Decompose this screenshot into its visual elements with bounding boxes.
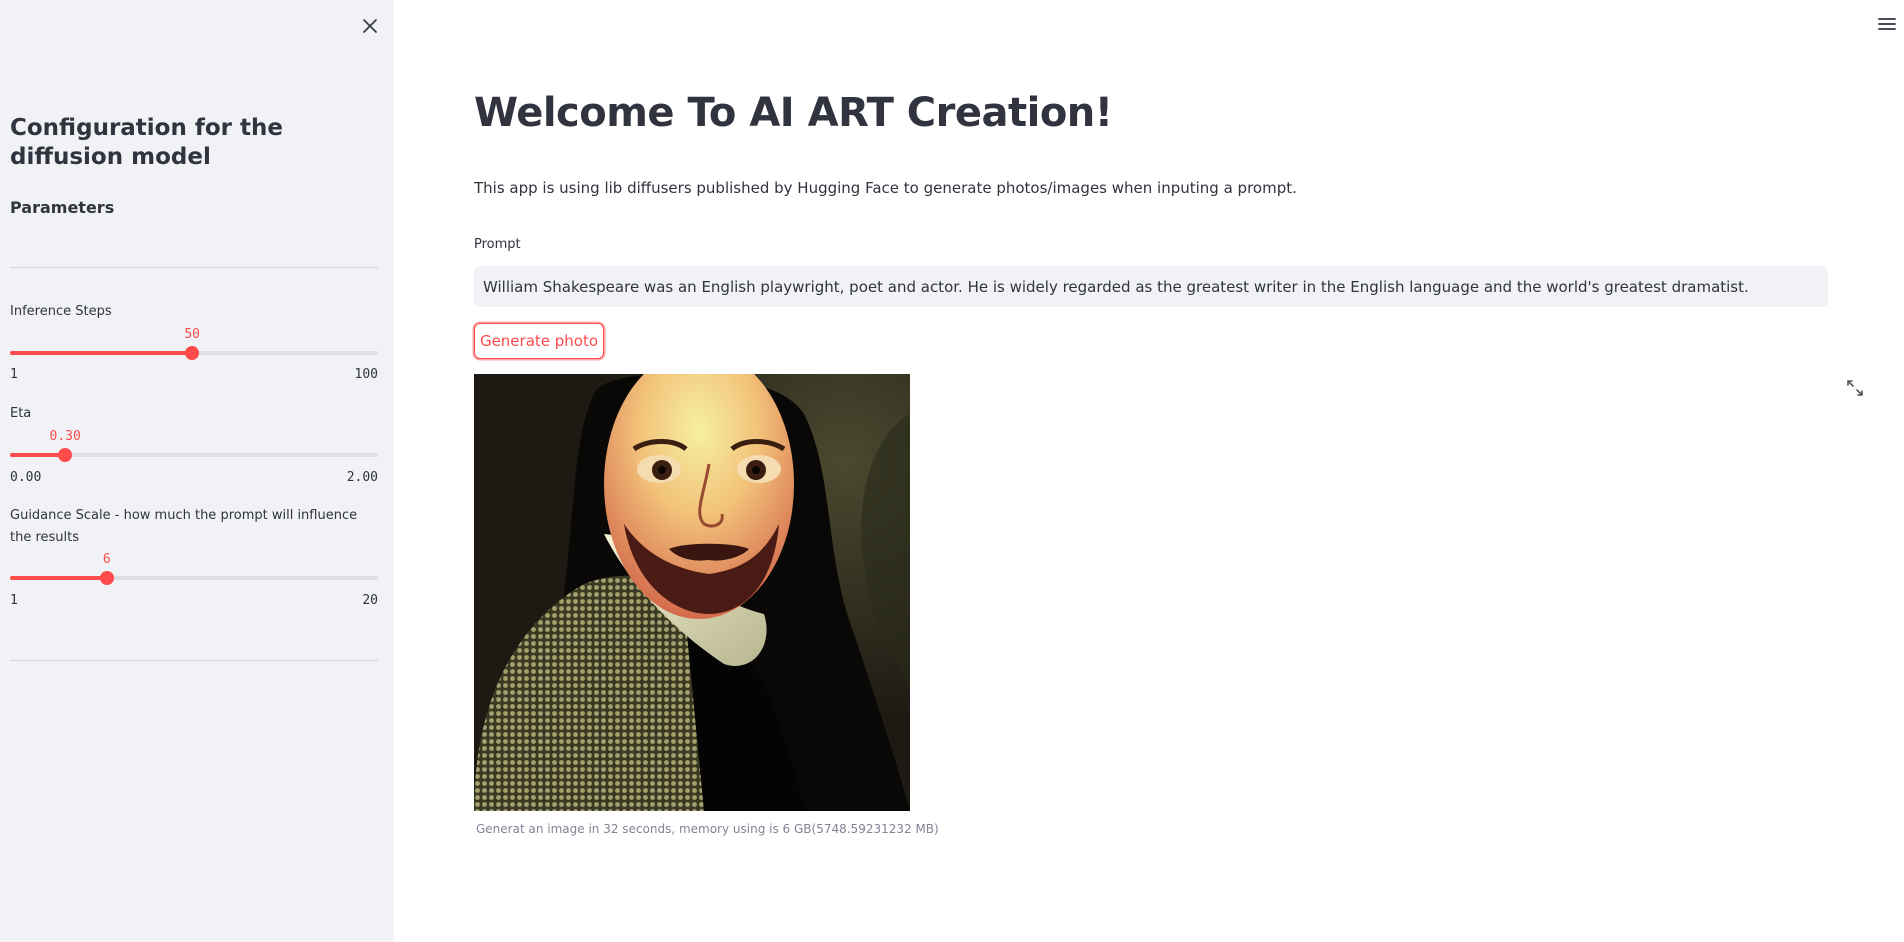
slider-thumb[interactable] bbox=[99, 571, 114, 585]
slider-min: 1 bbox=[10, 593, 18, 608]
fullscreen-expand-icon bbox=[1847, 380, 1863, 396]
slider-max: 100 bbox=[354, 367, 378, 382]
slider-thumb[interactable] bbox=[185, 346, 200, 360]
eta-slider[interactable]: 0.30 bbox=[10, 429, 378, 462]
slider-fill bbox=[10, 453, 66, 457]
generated-image bbox=[474, 374, 910, 811]
slider-fill bbox=[10, 351, 193, 355]
app-description: This app is using lib diffusers publishe… bbox=[474, 179, 1297, 197]
close-sidebar-button[interactable] bbox=[356, 12, 384, 40]
slider-value: 50 bbox=[184, 327, 200, 342]
slider-min: 1 bbox=[10, 367, 18, 382]
hamburger-menu-icon bbox=[1878, 18, 1896, 30]
slider-max: 2.00 bbox=[346, 470, 378, 485]
slider-value: 6 bbox=[102, 552, 111, 567]
fullscreen-button[interactable] bbox=[1845, 378, 1865, 398]
inference-steps-slider[interactable]: 50 bbox=[10, 327, 378, 360]
divider bbox=[10, 267, 378, 268]
divider bbox=[10, 660, 378, 661]
slider-thumb[interactable] bbox=[58, 448, 73, 462]
slider-min: 0.00 bbox=[10, 470, 42, 485]
guidance-scale-label: Guidance Scale - how much the prompt wil… bbox=[10, 508, 358, 545]
sidebar-title: Configuration for the diffusion model bbox=[10, 115, 283, 170]
inference-steps-label: Inference Steps bbox=[10, 304, 112, 319]
close-icon bbox=[363, 19, 377, 33]
prompt-input-value: William Shakespeare was an English playw… bbox=[483, 277, 1749, 296]
sidebar-subtitle: Parameters bbox=[10, 198, 115, 217]
guidance-scale-slider[interactable]: 6 bbox=[10, 552, 378, 585]
slider-fill bbox=[10, 576, 107, 580]
slider-value: 0.30 bbox=[49, 429, 81, 444]
image-caption: Generat an image in 32 seconds, memory u… bbox=[476, 822, 939, 836]
prompt-input[interactable]: William Shakespeare was an English playw… bbox=[474, 266, 1828, 307]
eta-label: Eta bbox=[10, 406, 32, 421]
generate-photo-button[interactable]: Generate photo bbox=[474, 323, 604, 359]
slider-max: 20 bbox=[362, 593, 378, 608]
prompt-label: Prompt bbox=[474, 237, 521, 252]
shakespeare-portrait-image bbox=[474, 374, 910, 811]
sidebar: Configuration for the diffusion model Pa… bbox=[0, 0, 394, 942]
page-title: Welcome To AI ART Creation! bbox=[474, 90, 1113, 136]
main-menu-button[interactable] bbox=[1876, 14, 1898, 34]
